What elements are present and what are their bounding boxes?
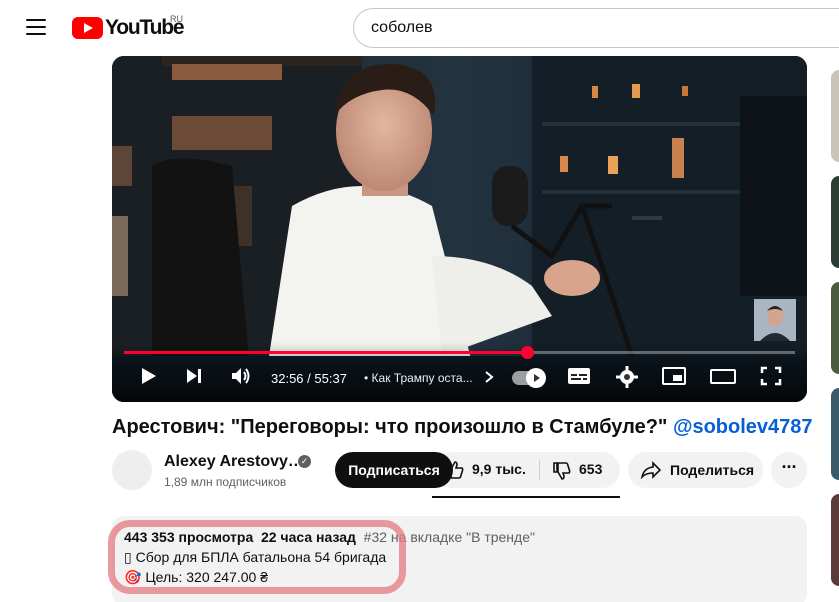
like-count[interactable]: 9,9 тыс. xyxy=(472,461,526,477)
channel-tag-link[interactable]: @sobolev4787 xyxy=(673,416,813,438)
corner-thumbnail xyxy=(754,299,796,341)
dislike-count[interactable]: 653 xyxy=(579,461,602,477)
autoplay-play-icon xyxy=(534,374,540,382)
progress-knob[interactable] xyxy=(520,346,534,359)
thumbs-down-icon[interactable] xyxy=(552,461,572,481)
youtube-watch-page: YouTube RU соболев 32:56 / 55:37 • Как Т… xyxy=(0,0,839,602)
autoplay-toggle[interactable] xyxy=(512,368,546,388)
theater-icon[interactable] xyxy=(710,366,736,386)
subscriber-count: 1,89 млн подписчиков xyxy=(164,475,287,489)
subtitles-icon[interactable] xyxy=(567,366,591,386)
subscribe-button[interactable]: Подписаться xyxy=(335,452,453,488)
like-dislike-group: 9,9 тыс. 653 xyxy=(432,452,620,488)
verified-icon: ✓ xyxy=(298,455,311,468)
play-icon[interactable] xyxy=(138,366,158,386)
chapter-title[interactable]: • Как Трампу оста... xyxy=(364,371,473,385)
youtube-logo-icon xyxy=(72,17,103,39)
autoplay-knob xyxy=(526,368,546,388)
share-button[interactable]: Поделиться xyxy=(628,452,763,488)
channel-name[interactable]: Alexey Arestovy… xyxy=(164,453,304,471)
gear-icon[interactable] xyxy=(616,366,638,388)
related-thumbnail[interactable] xyxy=(831,494,839,586)
progress-bar[interactable] xyxy=(124,346,795,359)
hamburger-icon[interactable] xyxy=(26,19,46,35)
chevron-right-icon[interactable] xyxy=(484,370,494,384)
video-title-text: Арестович: "Переговоры: что произошло в … xyxy=(112,416,668,438)
related-thumbnail[interactable] xyxy=(831,70,839,162)
annotation-highlight xyxy=(108,520,406,594)
miniplayer-icon[interactable] xyxy=(662,366,686,386)
search-value: соболев xyxy=(371,19,433,36)
fullscreen-icon[interactable] xyxy=(760,366,782,386)
avatar[interactable] xyxy=(112,450,152,490)
related-thumbnail[interactable] xyxy=(831,176,839,268)
more-icon[interactable]: ··· xyxy=(771,452,807,488)
volume-icon[interactable] xyxy=(230,366,252,386)
youtube-logo[interactable]: YouTube xyxy=(72,14,185,42)
like-divider xyxy=(539,460,540,480)
share-label: Поделиться xyxy=(670,462,755,478)
related-thumbnail[interactable] xyxy=(831,282,839,374)
search-input[interactable]: соболев xyxy=(353,8,839,48)
related-thumbnail[interactable] xyxy=(831,388,839,480)
time-display: 32:56 / 55:37 xyxy=(271,371,347,386)
progress-fill xyxy=(124,351,527,354)
like-ratio-bar xyxy=(432,496,620,498)
next-icon[interactable] xyxy=(184,366,204,386)
video-player[interactable]: 32:56 / 55:37 • Как Трампу оста... xyxy=(112,56,807,402)
share-icon xyxy=(640,461,662,479)
country-code: RU xyxy=(170,14,183,24)
video-title: Арестович: "Переговоры: что произошло в … xyxy=(112,416,813,439)
